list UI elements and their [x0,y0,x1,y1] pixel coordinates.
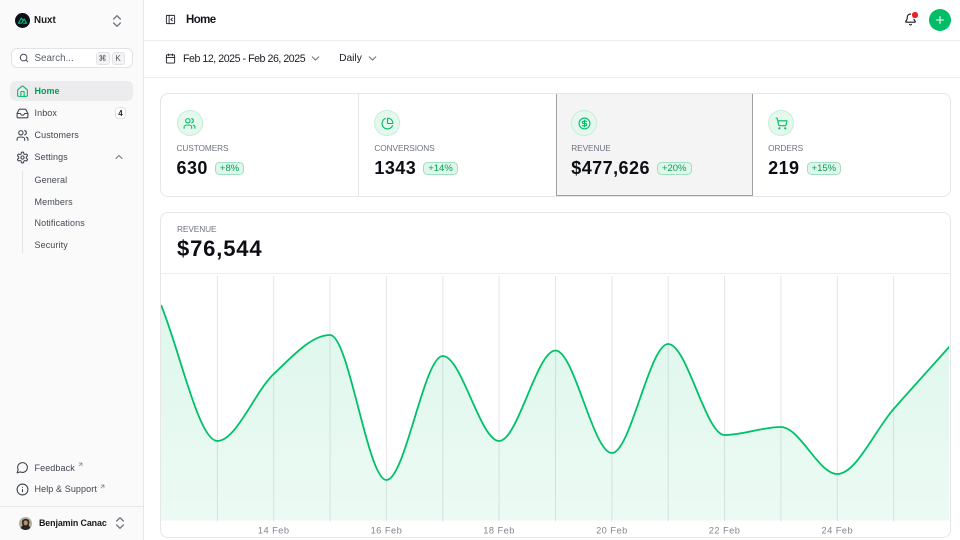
svg-text:24 Feb: 24 Feb [821,525,853,535]
svg-text:14 Feb: 14 Feb [258,525,290,535]
svg-text:18 Feb: 18 Feb [483,525,515,535]
svg-text:20 Feb: 20 Feb [596,525,628,535]
svg-text:16 Feb: 16 Feb [371,525,403,535]
svg-text:22 Feb: 22 Feb [709,525,741,535]
